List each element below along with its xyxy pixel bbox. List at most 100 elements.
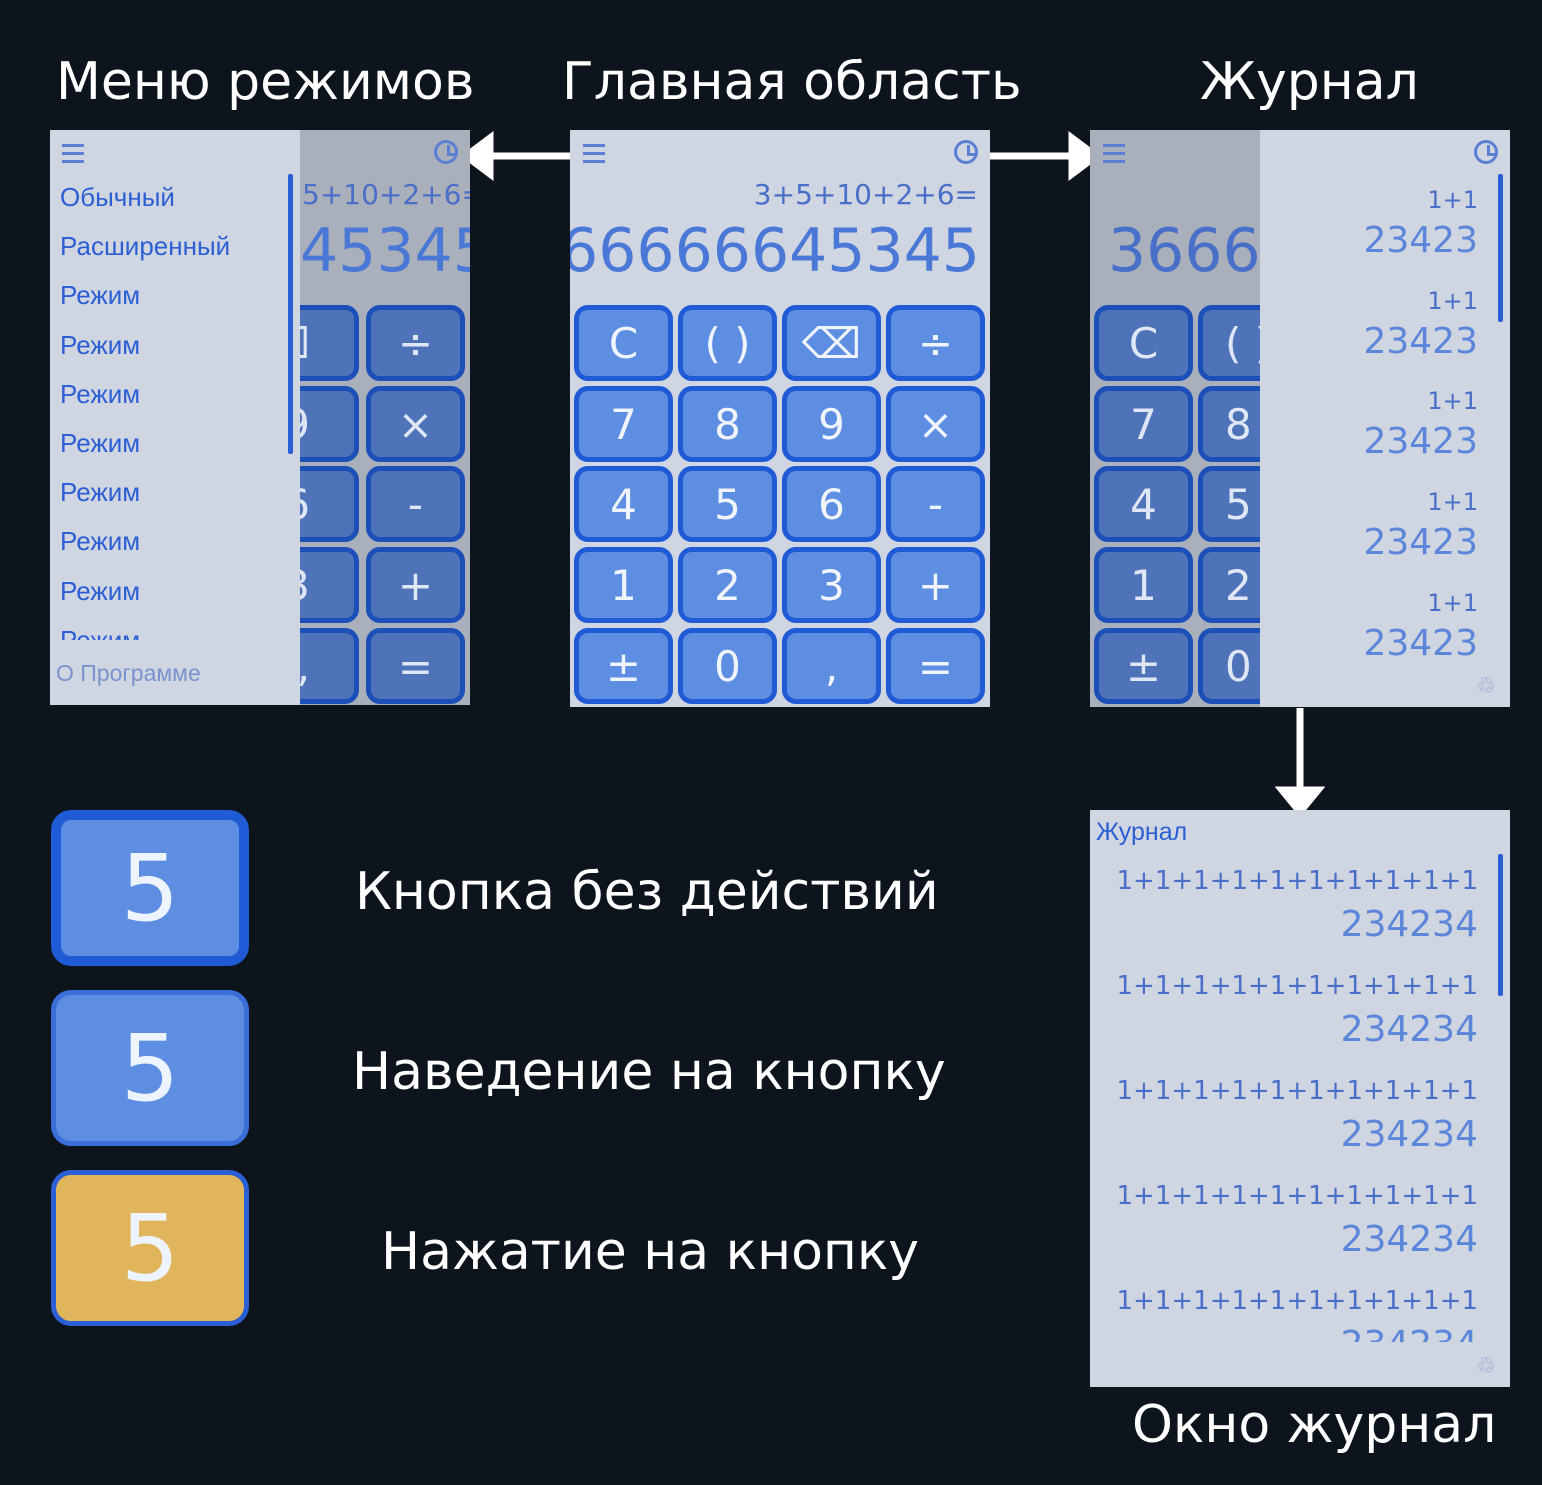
journal-entry-expression[interactable]: 1+1+1+1+1+1+1+1+1+1 xyxy=(1117,1076,1479,1106)
history-drawer: 1+1 23423 1+1 23423 1+1 23423 1+1 23423 1+1 23423… xyxy=(1260,130,1510,707)
key-button[interactable]: - xyxy=(366,466,465,542)
journal-entry-expression[interactable]: 1+1+1+1+1+1+1+1+1+1 xyxy=(1117,971,1479,1001)
menu-item[interactable]: Режим xyxy=(60,280,140,311)
journal-entry-result[interactable]: 234234 xyxy=(1341,1009,1478,1050)
modes-drawer: Обычный Расширенный Режим Режим Режим Режим Ре… xyxy=(50,130,300,705)
history-clock-icon[interactable] xyxy=(434,140,458,164)
key-button[interactable]: ÷ xyxy=(366,305,465,381)
key-button[interactable]: 8 xyxy=(1198,386,1260,462)
modes-scrollbar[interactable] xyxy=(288,174,293,454)
key-button[interactable]: ( ) xyxy=(1198,305,1260,381)
key-button[interactable]: 0 xyxy=(1198,628,1260,704)
key-button[interactable]: 1 xyxy=(574,547,673,623)
history-entry-result[interactable]: 23423 xyxy=(1363,321,1478,362)
key-button[interactable]: , xyxy=(782,628,881,704)
heading-journal: Журнал xyxy=(1200,52,1419,112)
key-button[interactable]: = xyxy=(366,628,465,704)
menu-item[interactable]: Режим xyxy=(60,428,140,459)
heading-main-area: Главная область xyxy=(562,52,1022,112)
history-entry-result[interactable]: 23423 xyxy=(1363,522,1478,563)
recycle-icon[interactable]: ♲ xyxy=(1476,1354,1496,1379)
journal-entry-expression[interactable]: 1+1+1+1+1+1+1+1+1+1 xyxy=(1117,866,1479,896)
history-list: 1+1 23423 1+1 23423 1+1 23423 1+1 23423 1+1 23423 xyxy=(1260,130,1510,670)
key-button[interactable]: × xyxy=(886,386,985,462)
key-button[interactable]: 1 xyxy=(1094,547,1193,623)
key-button[interactable]: 2 xyxy=(678,547,777,623)
key-button[interactable]: 9 xyxy=(782,386,881,462)
menu-item[interactable]: Режим xyxy=(60,477,140,508)
state-sample-button: 5 xyxy=(51,1170,249,1326)
key-button[interactable]: ⌫ xyxy=(782,305,881,381)
modes-menu-panel: 5+10+2+6= 45345 ⌧÷9×6-3+,= Обычный Расшир… xyxy=(50,130,470,705)
key-button[interactable]: ± xyxy=(574,628,673,704)
history-entry-expression[interactable]: 1+1 xyxy=(1427,186,1478,214)
key-button[interactable]: 5 xyxy=(678,466,777,542)
history-entry-expression[interactable]: 1+1 xyxy=(1427,589,1478,617)
heading-modes-menu: Меню режимов xyxy=(56,52,475,112)
key-button[interactable]: = xyxy=(886,628,985,704)
key-button[interactable]: - xyxy=(886,466,985,542)
key-button[interactable]: × xyxy=(366,386,465,462)
key-button[interactable]: C xyxy=(1094,305,1193,381)
history-entry-expression[interactable]: 1+1 xyxy=(1427,287,1478,315)
journal-window-scrollbar[interactable] xyxy=(1498,854,1503,996)
journal-entry-expression[interactable]: 1+1+1+1+1+1+1+1+1+1 xyxy=(1117,1181,1479,1211)
result-partial: 45345 xyxy=(300,216,470,286)
menu-item[interactable]: Режим xyxy=(60,526,140,557)
recycle-icon[interactable]: ♲ xyxy=(1476,674,1496,699)
hamburger-icon[interactable] xyxy=(1103,144,1125,168)
arrow-to-menu xyxy=(460,131,572,181)
expression-display: 3+5+10+2+6= xyxy=(753,178,978,211)
arrow-to-journal-window xyxy=(1274,708,1326,818)
menu-panel-background-calc: 5+10+2+6= 45345 ⌧÷9×6-3+,= xyxy=(260,130,470,705)
expression-partial: 5+10+2+6= xyxy=(302,178,470,211)
menu-item[interactable]: Режим xyxy=(60,625,140,640)
key-button[interactable]: 7 xyxy=(574,386,673,462)
key-button[interactable]: 6 xyxy=(782,466,881,542)
key-button[interactable]: 4 xyxy=(574,466,673,542)
journal-entry-result[interactable]: 234234 xyxy=(1341,1114,1478,1155)
journal-entry-expression[interactable]: 1+1+1+1+1+1+1+1+1+1 xyxy=(1117,1286,1479,1316)
key-button[interactable]: + xyxy=(366,547,465,623)
main-calculator-panel: 3+5+10+2+6= 366666645345 C( )⌫÷ 789× 456- 1… xyxy=(570,130,990,707)
key-button[interactable]: + xyxy=(886,547,985,623)
key-button[interactable]: 4 xyxy=(1094,466,1193,542)
menu-item[interactable]: Обычный xyxy=(60,182,175,213)
menu-item[interactable]: Режим xyxy=(60,576,140,607)
journal-entry-result[interactable]: 234234 xyxy=(1341,1324,1478,1342)
key-button[interactable]: C xyxy=(574,305,673,381)
state-label: Кнопка без действий xyxy=(355,862,939,922)
journal-window: Журнал 1+1+1+1+1+1+1+1+1+1 234234 1+1+1+1+… xyxy=(1090,810,1510,1387)
history-entry-result[interactable]: 23423 xyxy=(1363,421,1478,462)
key-button[interactable]: 2 xyxy=(1198,547,1260,623)
menu-item[interactable]: Режим xyxy=(60,379,140,410)
history-clock-icon[interactable] xyxy=(954,140,978,164)
modes-list: Обычный Расширенный Режим Режим Режим Режим Ре… xyxy=(50,130,290,640)
state-label: Наведение на кнопку xyxy=(352,1042,946,1102)
about-link[interactable]: О Программе xyxy=(56,660,201,687)
key-button[interactable]: 7 xyxy=(1094,386,1193,462)
key-button[interactable]: 0 xyxy=(678,628,777,704)
history-entry-result[interactable]: 23423 xyxy=(1363,220,1478,261)
key-button[interactable]: ÷ xyxy=(886,305,985,381)
journal-entry-result[interactable]: 234234 xyxy=(1341,904,1478,945)
heading-journal-window: Окно журнал xyxy=(1132,1395,1497,1455)
hamburger-icon[interactable] xyxy=(583,144,605,168)
history-scrollbar[interactable] xyxy=(1498,174,1503,322)
history-entry-result[interactable]: 23423 xyxy=(1363,623,1478,664)
state-label: Нажатие на кнопку xyxy=(381,1222,920,1282)
journal-panel: 36666 C( )784512±0 1+1234231+1234231+123… xyxy=(1090,130,1510,707)
key-button[interactable]: 5 xyxy=(1198,466,1260,542)
result-display: 366666645345 xyxy=(570,216,980,286)
key-button[interactable]: ± xyxy=(1094,628,1193,704)
history-entry-expression[interactable]: 1+1 xyxy=(1427,488,1478,516)
key-button[interactable]: ( ) xyxy=(678,305,777,381)
menu-item[interactable]: Расширенный xyxy=(60,231,230,262)
state-sample-button: 5 xyxy=(51,810,249,966)
journal-entry-result[interactable]: 234234 xyxy=(1341,1219,1478,1260)
key-button[interactable]: 8 xyxy=(678,386,777,462)
key-button[interactable]: 3 xyxy=(782,547,881,623)
history-entry-expression[interactable]: 1+1 xyxy=(1427,387,1478,415)
menu-item[interactable]: Режим xyxy=(60,330,140,361)
arrow-to-journal xyxy=(988,131,1102,181)
